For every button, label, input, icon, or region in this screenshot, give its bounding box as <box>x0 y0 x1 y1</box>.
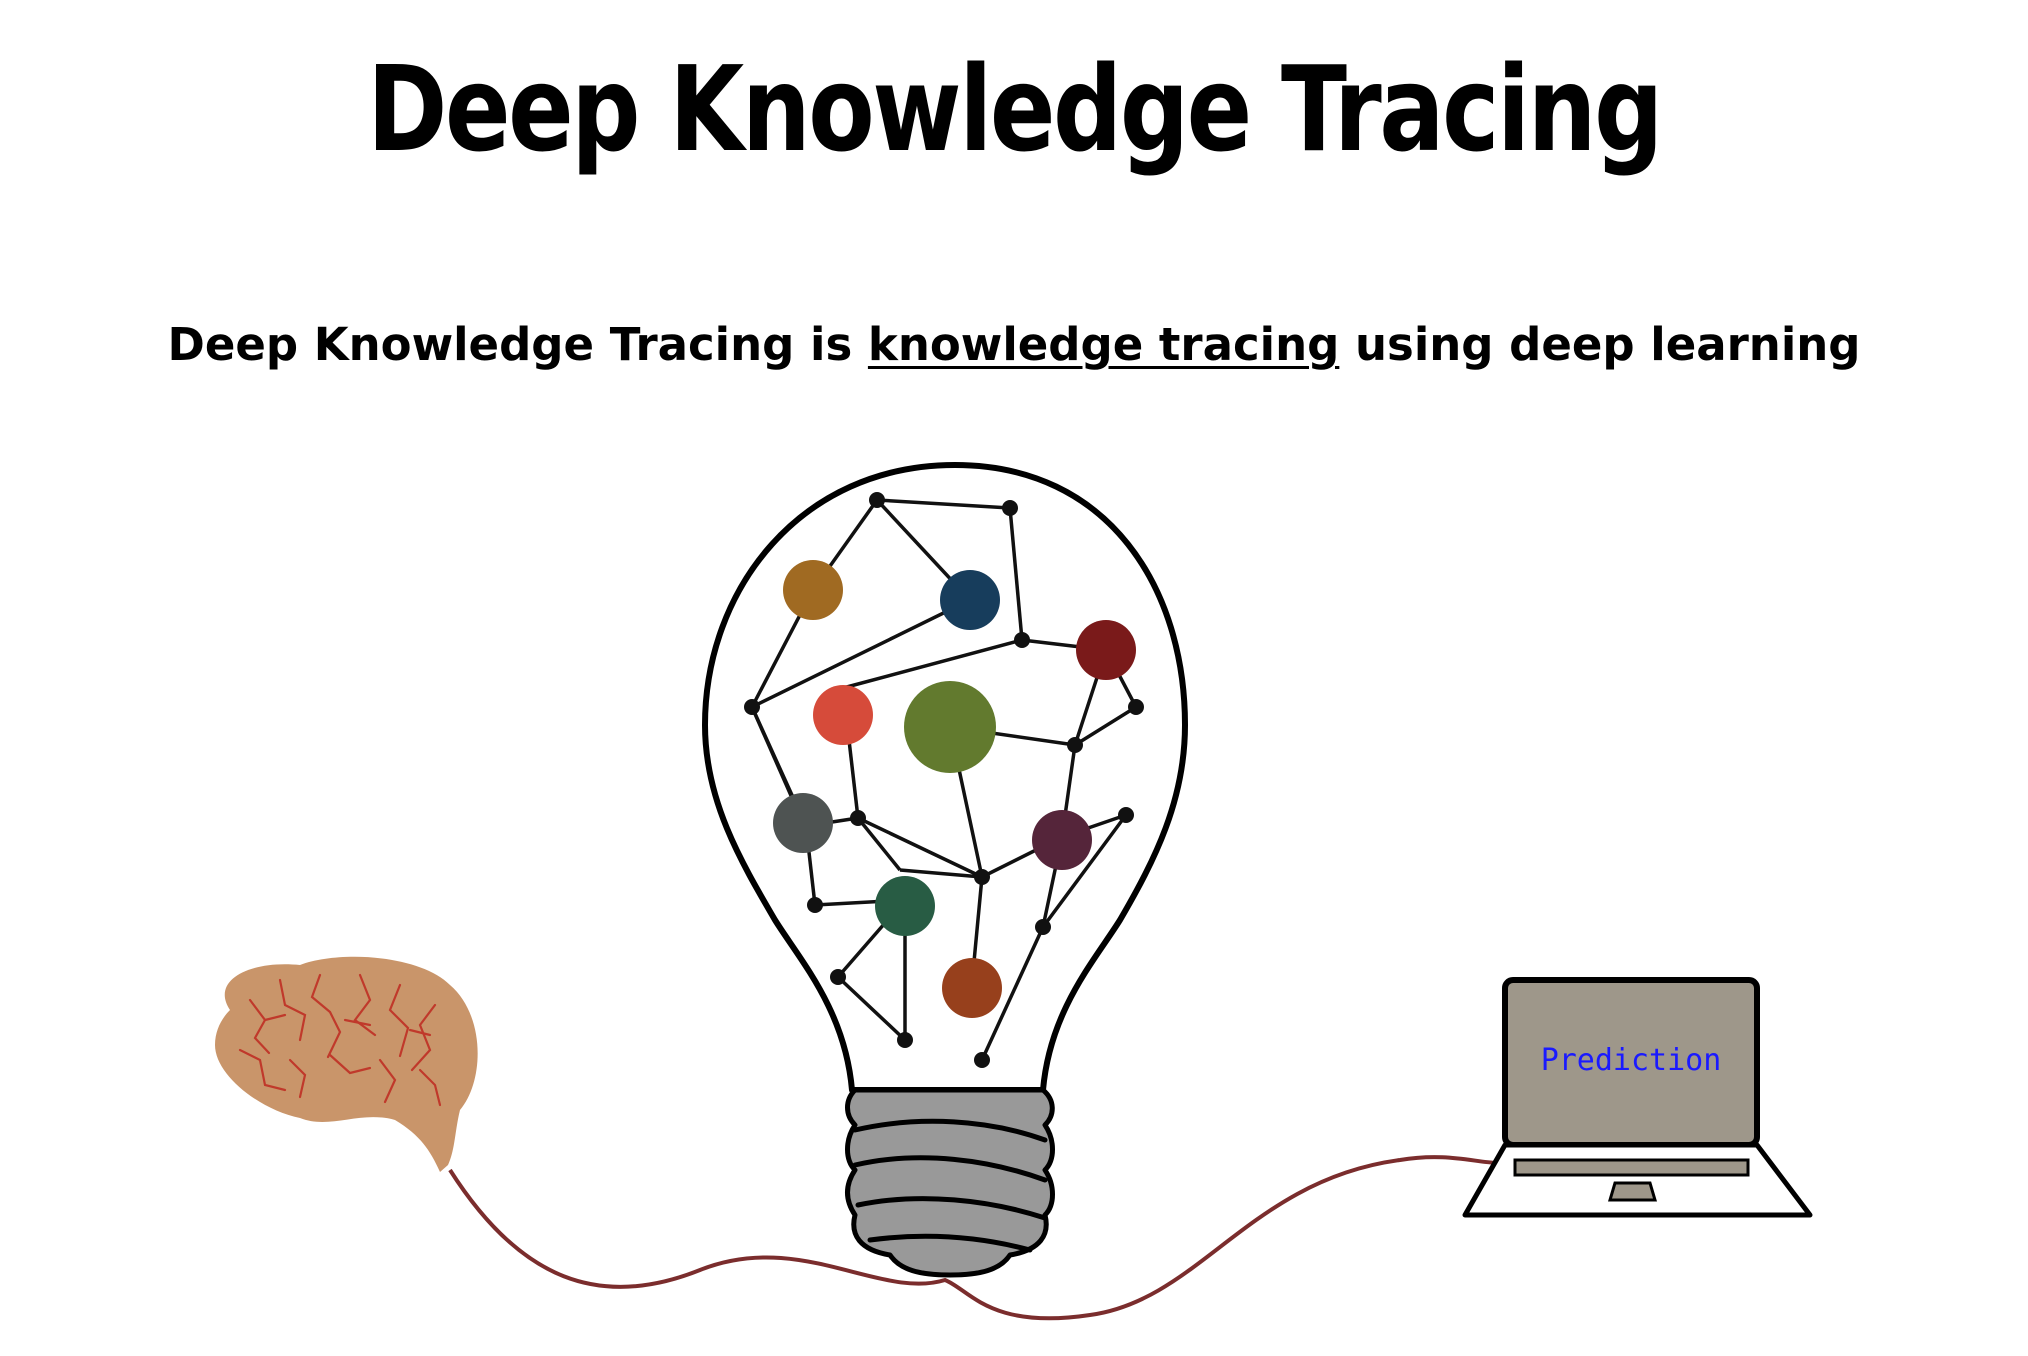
network-node <box>783 560 843 620</box>
laptop-base <box>1462 1142 1813 1218</box>
network-node <box>904 681 996 773</box>
network-node <box>1032 810 1092 870</box>
network-node <box>940 570 1000 630</box>
brain-icon <box>215 956 478 1172</box>
network-node <box>813 685 873 745</box>
network-node <box>773 793 833 853</box>
network-node <box>875 876 935 936</box>
laptop-screen-text: Prediction <box>1541 1043 1722 1078</box>
slide: Deep Knowledge Tracing Deep Knowledge Tr… <box>0 0 2028 1356</box>
laptop-icon: Prediction <box>1462 977 1813 1218</box>
laptop-keyboard <box>1513 1158 1750 1177</box>
laptop-trackpad <box>1607 1181 1658 1202</box>
lightbulb-base <box>845 1087 1055 1278</box>
diagram-canvas: Prediction <box>215 462 1813 1321</box>
network-node <box>942 958 1002 1018</box>
network-node <box>1076 620 1136 680</box>
